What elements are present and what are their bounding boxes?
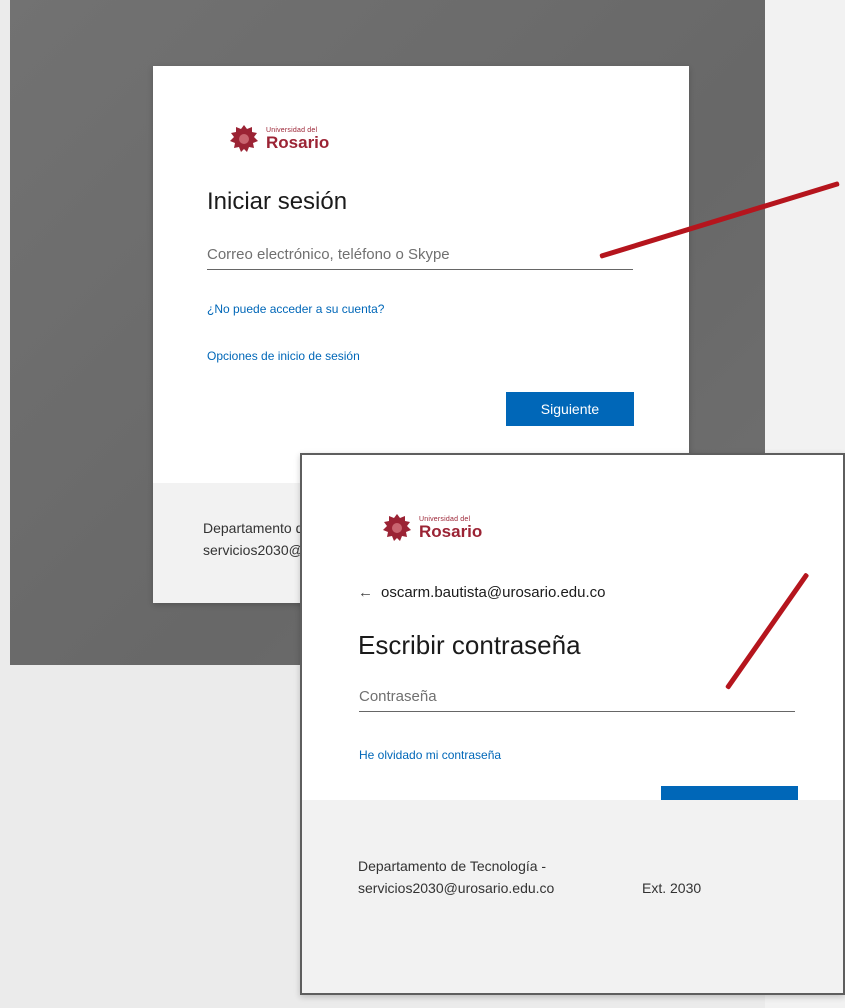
password-field[interactable] — [359, 688, 795, 712]
identity-email: oscarm.bautista@urosario.edu.co — [381, 584, 606, 601]
footer-extension: Ext. 2030 — [642, 880, 702, 896]
page-title: Escribir contraseña — [358, 630, 581, 660]
page-title: Iniciar sesión — [207, 188, 348, 215]
back-arrow-icon[interactable]: ← — [358, 584, 373, 601]
password-card-footer: Departamento de Tecnología - servicios20… — [302, 800, 843, 993]
university-logo: Universidad del Rosario — [381, 513, 482, 543]
password-card: Universidad del Rosario ← oscarm.bautist… — [300, 453, 845, 995]
identity-row: ← oscarm.bautista@urosario.edu.co — [358, 584, 606, 601]
university-crest-icon — [228, 124, 260, 154]
logo-brand-text: Rosario — [266, 133, 330, 152]
university-logo: Universidad del Rosario — [228, 124, 329, 154]
university-crest-icon — [381, 513, 413, 543]
forgot-password-link[interactable]: He olvidado mi contraseña — [359, 748, 501, 762]
footer-email: servicios2030@urosario.edu.co — [358, 880, 555, 896]
signin-options-link[interactable]: Opciones de inicio de sesión — [207, 349, 360, 363]
footer-department: Departamento de Tecnología - — [358, 858, 547, 874]
logo-brand-text: Rosario — [419, 522, 483, 541]
cant-access-link[interactable]: ¿No puede acceder a su cuenta? — [207, 302, 384, 316]
email-field[interactable] — [207, 246, 633, 270]
next-button[interactable]: Siguiente — [506, 392, 634, 426]
